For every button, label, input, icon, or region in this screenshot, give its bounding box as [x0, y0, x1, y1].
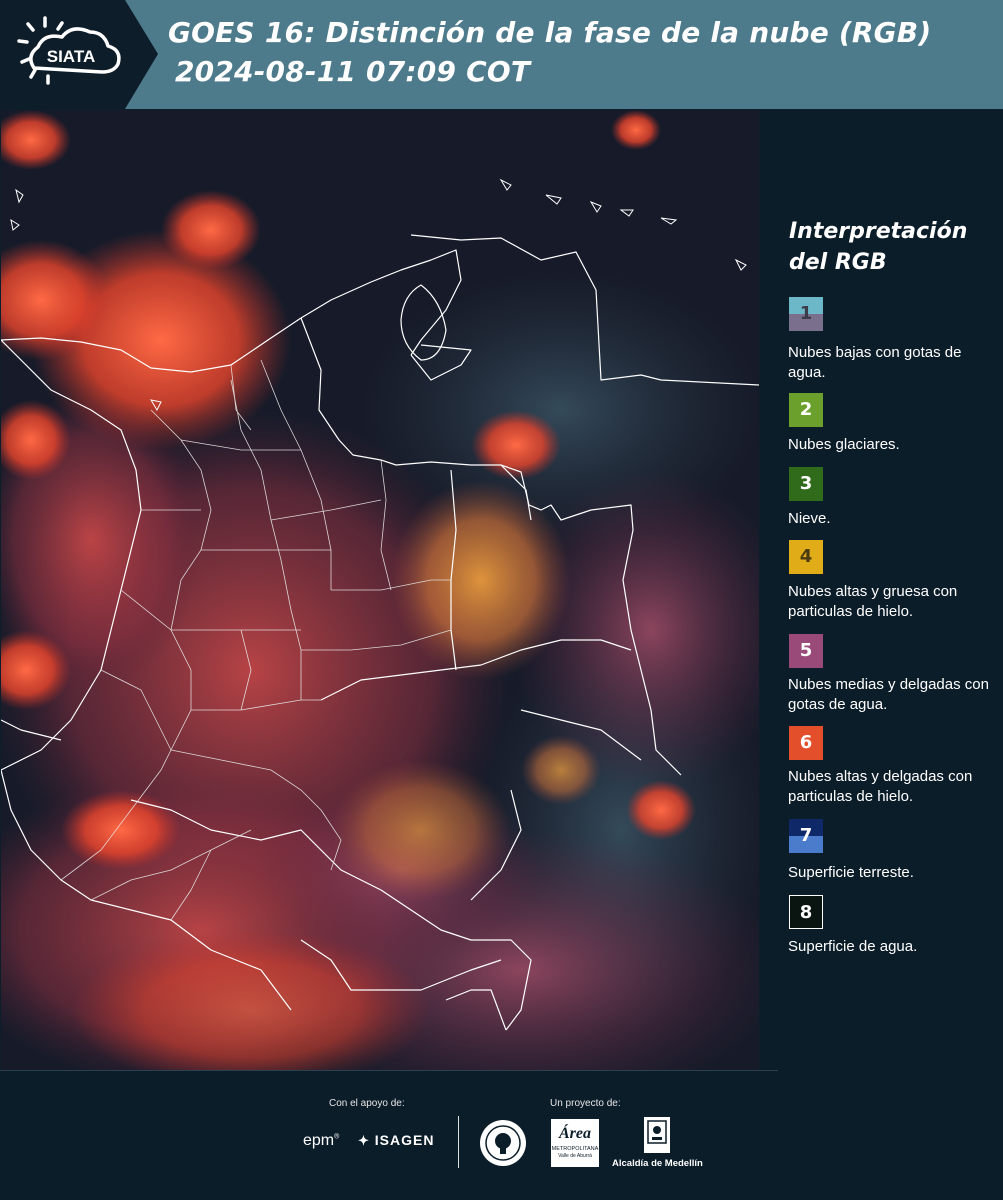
legend-label-1: Nubes bajas con gotas de agua. [788, 344, 962, 381]
legend-swatch-2: 2 [789, 393, 823, 427]
legend-number-7: 7 [799, 825, 813, 846]
footer: Con el apoyo de: Un proyecto de: epm® ✦ … [0, 1070, 1003, 1200]
legend-swatch-7: 7 [789, 819, 823, 853]
area-logo-sub2: Valle de Aburrá [558, 1153, 592, 1159]
legend-swatch-6: 6 [789, 726, 823, 760]
alcaldia-shield-icon [644, 1117, 670, 1153]
footer-divider [0, 1070, 778, 1071]
satellite-rgb-image [1, 110, 759, 1070]
legend-swatch-1: 1 [789, 297, 823, 331]
satellite-map [1, 110, 759, 1070]
legend-number-3: 3 [799, 473, 813, 494]
seal-logo [480, 1120, 526, 1166]
legend-number-1: 1 [799, 303, 813, 324]
epm-logo-text: epm [303, 1132, 335, 1149]
isagen-logo-icon: ✦ [358, 1133, 370, 1148]
legend-swatch-5: 5 [789, 634, 823, 668]
legend-panel: Interpretación del RGB 1 Nubes bajas con… [760, 110, 1003, 1070]
legend-label-4: Nubes altas y gruesa con particulas de h… [788, 583, 958, 620]
legend-number-4: 4 [799, 546, 813, 567]
legend-swatch-3: 3 [789, 467, 823, 501]
header-bar: SIATA GOES 16: Distinción de la fase de … [0, 0, 1003, 109]
area-logo-text: Área [559, 1125, 591, 1142]
legend-number-8: 8 [799, 902, 813, 923]
isagen-logo: ✦ ISAGEN [358, 1132, 434, 1149]
area-logo-sub1: METROPOLITANA [551, 1146, 599, 1152]
siata-logo: SIATA [0, 0, 158, 109]
legend-label-3: Nieve. [788, 510, 831, 527]
legend-label-8: Superficie de agua. [788, 938, 918, 955]
legend-swatch-4: 4 [789, 540, 823, 574]
legend-label-6: Nubes altas y delgadas con particulas de… [788, 768, 973, 805]
footer-separator [458, 1116, 459, 1168]
legend-label-7: Superficie terreste. [788, 864, 914, 881]
support-caption: Con el apoyo de: [329, 1098, 405, 1109]
page-title: GOES 16: Distinción de la fase de la nub… [168, 16, 932, 49]
project-caption: Un proyecto de: [550, 1098, 621, 1109]
epm-logo: epm® [303, 1132, 340, 1149]
alcaldia-logo-text: Alcaldía de Medellín [612, 1158, 703, 1169]
siata-logo-text: SIATA [47, 47, 95, 66]
area-metropolitana-logo: Área METROPOLITANA Valle de Aburrá [551, 1119, 599, 1167]
legend-number-5: 5 [799, 640, 813, 661]
page-timestamp: 2024-08-11 07:09 COT [175, 55, 531, 88]
legend-number-2: 2 [799, 399, 813, 420]
legend-label-2: Nubes glaciares. [788, 436, 900, 453]
isagen-logo-text: ISAGEN [374, 1132, 435, 1148]
legend-title: Interpretación del RGB [789, 219, 968, 275]
legend-swatch-8: 8 [789, 895, 823, 929]
legend-label-5: Nubes medias y delgadas con gotas de agu… [788, 676, 989, 713]
legend-number-6: 6 [799, 732, 813, 753]
